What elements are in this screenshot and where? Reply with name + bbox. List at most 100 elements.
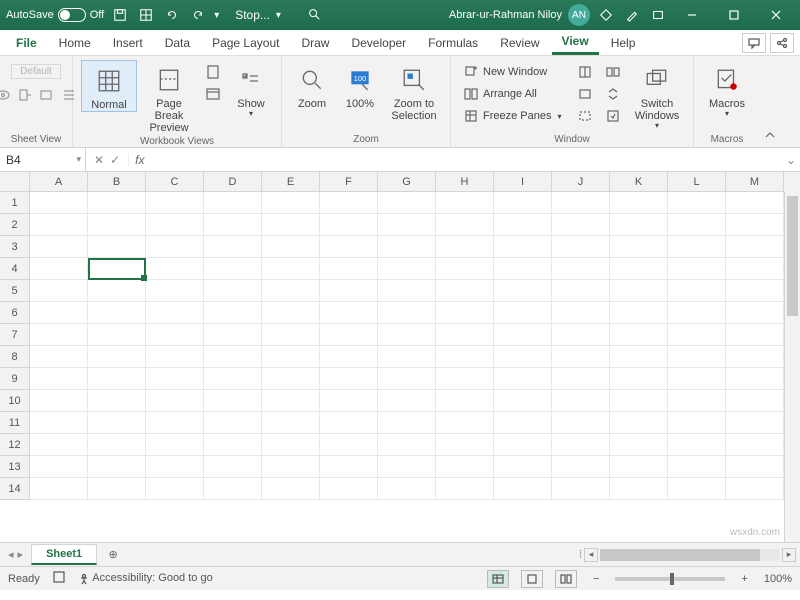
new-window-button[interactable]: New Window [459,62,569,82]
cell[interactable] [494,258,552,280]
cell[interactable] [30,456,88,478]
formula-input[interactable] [150,148,782,171]
cell[interactable] [320,368,378,390]
cell[interactable] [436,302,494,324]
cell[interactable] [378,214,436,236]
cell[interactable] [320,324,378,346]
document-name[interactable]: Stop... [235,8,270,22]
row-header[interactable]: 7 [0,324,30,346]
col-header[interactable]: H [436,172,494,192]
cell[interactable] [436,258,494,280]
doc-dropdown-icon[interactable]: ▾ [276,10,281,21]
cell[interactable] [30,258,88,280]
cell[interactable] [552,192,610,214]
search-icon[interactable] [307,7,321,24]
close-button[interactable] [758,1,794,29]
cell[interactable] [552,258,610,280]
cell[interactable] [320,478,378,500]
hide-button[interactable] [573,84,597,104]
cell[interactable] [436,324,494,346]
row-header[interactable]: 14 [0,478,30,500]
row-header[interactable]: 9 [0,368,30,390]
add-sheet-button[interactable]: ⊕ [103,548,123,561]
row-header[interactable]: 5 [0,280,30,302]
collapse-ribbon-button[interactable] [760,56,780,147]
cell[interactable] [378,390,436,412]
cell[interactable] [378,434,436,456]
cell[interactable] [436,390,494,412]
tab-split-icon[interactable]: ⁞ [579,549,582,561]
grid-body[interactable]: 1234567891011121314 [0,192,800,542]
cell[interactable] [88,258,146,280]
cell[interactable] [320,390,378,412]
row-header[interactable]: 12 [0,434,30,456]
cell[interactable] [262,302,320,324]
page-break-view-button[interactable] [555,570,577,588]
cell[interactable] [262,280,320,302]
cell[interactable] [320,236,378,258]
cell[interactable] [146,302,204,324]
zoom-100-button[interactable]: 100 100% [338,60,382,110]
accessibility-status[interactable]: Accessibility: Good to go [78,572,213,584]
cell[interactable] [146,456,204,478]
page-layout-view-button[interactable] [521,570,543,588]
check-icon[interactable]: ✓ [110,153,120,167]
cell[interactable] [494,390,552,412]
row-header[interactable]: 11 [0,412,30,434]
sync-scroll-button[interactable] [601,84,625,104]
cell[interactable] [204,478,262,500]
unhide-button[interactable] [573,106,597,126]
cell[interactable] [726,434,784,456]
cell[interactable] [30,302,88,324]
pen-icon[interactable] [622,5,642,25]
user-account[interactable]: Abrar-ur-Rahman Niloy AN [449,4,590,26]
cell[interactable] [494,368,552,390]
col-header[interactable]: B [88,172,146,192]
cell[interactable] [320,258,378,280]
cell[interactable] [88,280,146,302]
cell[interactable] [668,456,726,478]
cell[interactable] [88,346,146,368]
cell[interactable] [668,214,726,236]
cell[interactable] [262,412,320,434]
arrange-all-button[interactable]: Arrange All [459,84,569,104]
cell[interactable] [88,456,146,478]
redo-icon[interactable] [188,5,208,25]
cell[interactable] [262,368,320,390]
cell[interactable] [30,346,88,368]
cell[interactable] [668,478,726,500]
col-header[interactable]: J [552,172,610,192]
cell[interactable] [726,258,784,280]
zoom-in-button[interactable]: + [737,573,751,585]
reset-position-button[interactable] [601,106,625,126]
switch-windows-button[interactable]: Switch Windows ▾ [629,60,685,131]
cell[interactable] [726,192,784,214]
col-header[interactable]: G [378,172,436,192]
cell[interactable] [146,280,204,302]
diamond-icon[interactable] [596,5,616,25]
cell[interactable] [204,302,262,324]
sheet-prev-icon[interactable]: ◂ [8,548,14,561]
cell[interactable] [30,368,88,390]
cell[interactable] [88,434,146,456]
maximize-button[interactable] [716,1,752,29]
cell[interactable] [146,390,204,412]
col-header[interactable]: L [668,172,726,192]
freeze-panes-button[interactable]: Freeze Panes▾ [459,106,569,126]
cell[interactable] [262,478,320,500]
cell[interactable] [146,214,204,236]
cell[interactable] [668,280,726,302]
cell[interactable] [494,434,552,456]
cell[interactable] [88,236,146,258]
row-header[interactable]: 10 [0,390,30,412]
zoom-selection-button[interactable]: Zoom to Selection [386,60,442,122]
cell[interactable] [262,192,320,214]
cell[interactable] [262,324,320,346]
zoom-slider[interactable] [615,577,725,581]
cell[interactable] [146,412,204,434]
cell[interactable] [30,434,88,456]
macro-record-icon[interactable] [52,570,66,587]
cell[interactable] [146,192,204,214]
cell[interactable] [262,258,320,280]
cell[interactable] [30,478,88,500]
